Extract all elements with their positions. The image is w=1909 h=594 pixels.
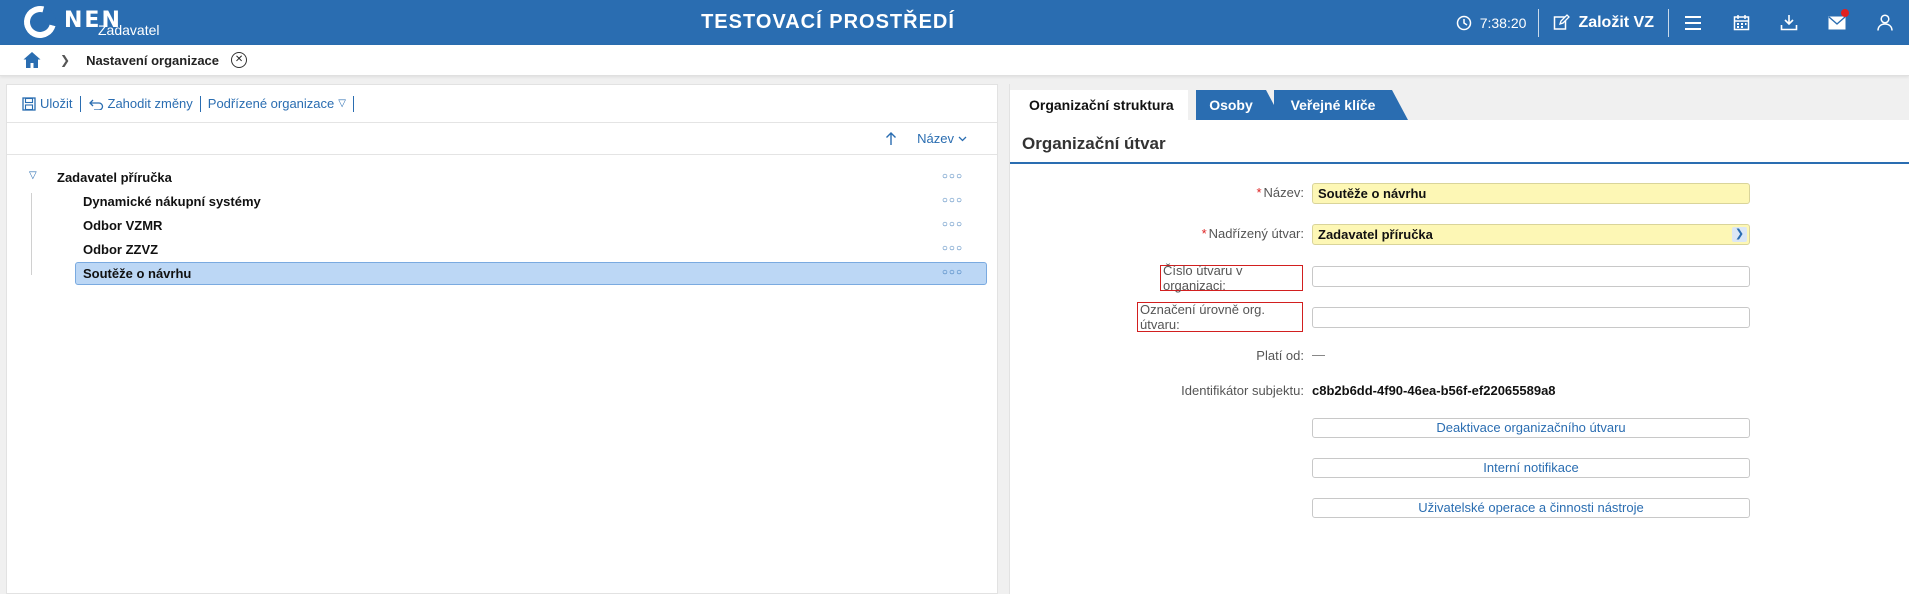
- undo-icon: [88, 99, 103, 110]
- tree-node-selected[interactable]: Soutěže o návrhu ○○○: [7, 261, 997, 285]
- subject-identifier-value: c8b2b6dd-4f90-46ea-b56f-ef22065589a8: [1312, 383, 1556, 398]
- deactivate-unit-button[interactable]: Deaktivace organizačního útvaru: [1312, 418, 1750, 438]
- chevron-right-icon: ❯: [60, 53, 71, 67]
- discard-label: Zahodit změny: [107, 95, 193, 111]
- tab-public-keys[interactable]: Veřejné klíče: [1274, 90, 1408, 120]
- sort-field-dropdown[interactable]: Název: [917, 131, 967, 146]
- edit-icon: [1554, 14, 1571, 30]
- user-button[interactable]: [1861, 0, 1909, 45]
- name-label: * Název:: [1010, 185, 1304, 200]
- unit-level-input[interactable]: [1312, 307, 1750, 328]
- tree-node-label: Odbor ZZVZ: [83, 241, 159, 257]
- tree-node-label: Dynamické nákupní systémy: [83, 193, 261, 209]
- user-operations-button[interactable]: Uživatelské operace a činnosti nástroje: [1312, 498, 1750, 518]
- tree-node[interactable]: Dynamické nákupní systémy ○○○: [7, 189, 997, 213]
- suborganizations-dropdown[interactable]: Podřízené organizace ▽: [201, 95, 354, 112]
- environment-title: TESTOVACÍ PROSTŘEDÍ: [701, 11, 955, 33]
- parent-unit-value: Zadavatel příručka: [1318, 227, 1433, 242]
- parent-unit-field[interactable]: Zadavatel příručka ❯: [1312, 224, 1750, 245]
- parent-unit-label: * Nadřízený útvar:: [1010, 226, 1304, 241]
- more-options-icon[interactable]: ○○○: [942, 172, 963, 182]
- more-options-icon[interactable]: ○○○: [942, 196, 963, 206]
- tree-node-label: Odbor VZMR: [83, 217, 163, 233]
- download-button[interactable]: [1765, 0, 1813, 45]
- mail-icon: [1828, 15, 1846, 29]
- tree-panel: Uložit Zahodit změny Podřízené organizac…: [6, 84, 998, 594]
- calendar-icon: [1733, 15, 1749, 31]
- save-label: Uložit: [40, 95, 73, 111]
- page-title: Nastavení organizace: [86, 52, 220, 68]
- tree-node-root[interactable]: ▽ Zadavatel příručka ○○○: [7, 165, 997, 189]
- download-icon: [1780, 15, 1798, 31]
- tree-toolbar: Uložit Zahodit změny Podřízené organizac…: [7, 85, 997, 123]
- unit-number-input[interactable]: [1312, 266, 1750, 287]
- sort-bar: Název: [7, 123, 997, 155]
- save-button[interactable]: Uložit: [15, 95, 81, 112]
- tree-node[interactable]: Odbor VZMR ○○○: [7, 213, 997, 237]
- hamburger-icon: [1685, 15, 1701, 30]
- required-marker: *: [1201, 226, 1207, 241]
- clock-icon: [1456, 15, 1471, 30]
- user-icon: [1877, 14, 1893, 31]
- discard-changes-button[interactable]: Zahodit změny: [81, 95, 201, 112]
- sort-field-label: Název: [917, 131, 954, 146]
- save-icon: [22, 96, 36, 111]
- messages-button[interactable]: [1813, 0, 1861, 45]
- more-options-icon[interactable]: ○○○: [942, 244, 963, 254]
- tree-node-label: Soutěže o návrhu: [83, 265, 192, 281]
- home-icon[interactable]: [22, 50, 42, 70]
- selection-highlight: [75, 262, 987, 285]
- clock-time: 7:38:20: [1479, 14, 1527, 31]
- more-options-icon[interactable]: ○○○: [942, 268, 963, 278]
- breadcrumb: ❯ Nastavení organizace ✕: [0, 45, 1909, 76]
- tab-persons[interactable]: Osoby: [1196, 90, 1282, 120]
- unit-number-label: Číslo útvaru v organizaci:: [1160, 263, 1303, 293]
- detail-panel: Organizační struktura Osoby Veřejné klíč…: [1009, 84, 1909, 594]
- tab-organizational-structure[interactable]: Organizační struktura: [1010, 90, 1188, 120]
- chevron-down-icon: [958, 136, 967, 141]
- tree-node[interactable]: Odbor ZZVZ ○○○: [7, 237, 997, 261]
- notification-badge: [1841, 9, 1849, 17]
- internal-notifications-button[interactable]: Interní notifikace: [1312, 458, 1750, 478]
- name-field[interactable]: Soutěže o návrhu: [1312, 183, 1750, 204]
- organization-tree: ▽ Zadavatel příručka ○○○ Dynamické nákup…: [7, 155, 997, 285]
- create-vz-label: Založit VZ: [1578, 13, 1654, 31]
- collapse-toggle-icon[interactable]: ▽: [29, 170, 37, 181]
- section-title: Organizační útvar: [1022, 134, 1166, 153]
- valid-from-label: Platí od:: [1256, 348, 1304, 363]
- subject-identifier-label: Identifikátor subjektu:: [1181, 383, 1304, 398]
- close-icon[interactable]: ✕: [231, 52, 248, 68]
- more-options-icon[interactable]: ○○○: [942, 220, 963, 230]
- name-label-text: Název:: [1263, 185, 1304, 200]
- session-clock: 7:38:20: [1444, 15, 1539, 31]
- top-bar: NEN Zadavatel TESTOVACÍ PROSTŘEDÍ 7:38:2…: [0, 0, 1909, 45]
- suborganizations-label: Podřízené organizace: [207, 95, 335, 111]
- section-divider: [1010, 162, 1909, 164]
- calendar-button[interactable]: [1717, 0, 1765, 45]
- create-vz-button[interactable]: Založit VZ: [1539, 14, 1668, 32]
- tree-node-label: Zadavatel příručka: [57, 169, 172, 185]
- menu-button[interactable]: [1669, 0, 1717, 45]
- valid-from-value: —: [1312, 347, 1325, 362]
- parent-unit-label-text: Nadřízený útvar:: [1208, 226, 1304, 241]
- tab-bar: Organizační struktura Osoby Veřejné klíč…: [1010, 84, 1909, 120]
- required-marker: *: [1256, 185, 1262, 200]
- sort-ascending-icon[interactable]: [885, 131, 897, 146]
- unit-level-label: Označení úrovně org. útvaru:: [1137, 302, 1303, 332]
- triangle-down-icon: ▽: [338, 97, 346, 109]
- chevron-right-icon[interactable]: ❯: [1732, 227, 1747, 242]
